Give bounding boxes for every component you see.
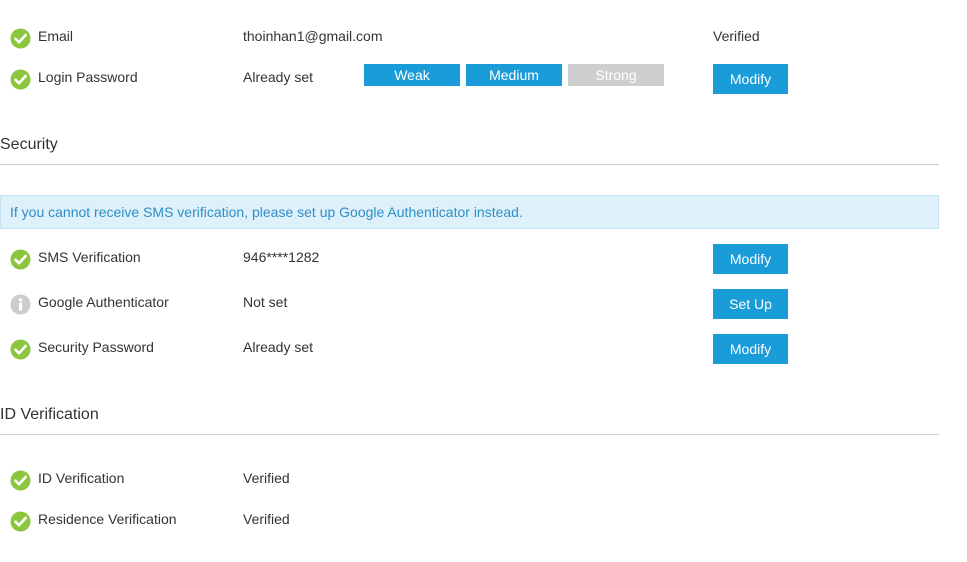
check-circle-icon <box>10 69 31 90</box>
strength-medium-indicator: Medium <box>466 64 562 86</box>
id-verification-label: ID Verification <box>38 470 125 486</box>
google-authenticator-row: Google Authenticator Not set <box>0 288 940 320</box>
modify-sms-button[interactable]: Modify <box>713 244 788 274</box>
email-value: thoinhan1@gmail.com <box>243 28 383 44</box>
security-divider <box>0 164 939 165</box>
login-password-value: Already set <box>243 69 314 85</box>
id-verification-value: Verified <box>243 470 290 486</box>
id-verification-section-title: ID Verification <box>0 406 99 423</box>
strength-weak-indicator: Weak <box>364 64 460 86</box>
security-password-row: Security Password Already set <box>0 333 940 365</box>
check-circle-icon <box>10 511 31 532</box>
email-label: Email <box>38 28 74 44</box>
check-circle-icon <box>10 249 31 270</box>
sms-notice-text: If you cannot receive SMS verification, … <box>10 204 523 220</box>
check-circle-icon <box>10 339 31 360</box>
id-verification-row: ID Verification Verified <box>0 464 940 496</box>
email-row: Email thoinhan1@gmail.com Verified <box>0 22 940 54</box>
sms-verification-label: SMS Verification <box>38 249 141 265</box>
check-circle-icon <box>10 28 31 49</box>
strength-strong-indicator: Strong <box>568 64 664 86</box>
google-authenticator-label: Google Authenticator <box>38 294 169 310</box>
login-password-label: Login Password <box>38 69 138 85</box>
sms-verification-row: SMS Verification 946****1282 <box>0 243 940 275</box>
setup-google-authenticator-button[interactable]: Set Up <box>713 289 788 319</box>
email-status: Verified <box>713 28 760 44</box>
residence-verification-value: Verified <box>243 511 290 527</box>
modify-login-password-button[interactable]: Modify <box>713 64 788 94</box>
id-verification-divider <box>0 434 939 435</box>
sms-verification-value: 946****1282 <box>243 249 320 265</box>
google-authenticator-value: Not set <box>243 294 288 310</box>
info-circle-icon <box>10 294 31 315</box>
security-password-value: Already set <box>243 339 314 355</box>
sms-notice-banner: If you cannot receive SMS verification, … <box>0 195 939 229</box>
security-section-title: Security <box>0 136 58 153</box>
residence-verification-label: Residence Verification <box>38 511 177 527</box>
check-circle-icon <box>10 470 31 491</box>
modify-security-password-button[interactable]: Modify <box>713 334 788 364</box>
security-password-label: Security Password <box>38 339 154 355</box>
residence-verification-row: Residence Verification Verified <box>0 505 940 537</box>
